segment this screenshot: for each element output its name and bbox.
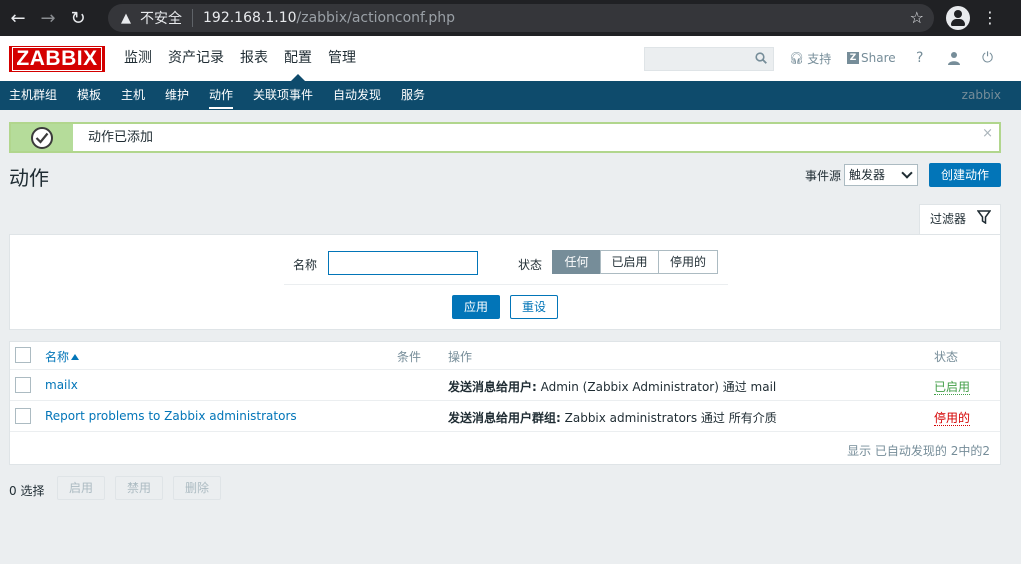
action-operations: 发送消息给用户群组: Zabbix administrators 通过 所有介质 [448,409,777,426]
column-header-status: 状态 [934,350,959,364]
event-source-select[interactable]: 触发器 [844,164,918,186]
submenu-maintenance[interactable]: 维护 [165,81,189,110]
row-checkbox[interactable] [15,377,31,393]
action-operations: 发送消息给用户: Admin (Zabbix Administrator) 通过… [448,378,776,395]
browser-toolbar: ← → ↻ ▲ 不安全 192.168.1.10/zabbix/actionco… [0,0,1021,36]
sub-menu: 主机群组 模板 主机 维护 动作 关联项事件 自动发现 服务 zabbix [0,81,1021,110]
create-action-button[interactable]: 创建动作 [929,163,1001,187]
signout-power-icon[interactable]: ⏻ [982,48,993,68]
submenu-hosts[interactable]: 主机 [121,81,145,110]
filter-funnel-icon [977,210,991,224]
selected-count: 0 选择 [9,484,45,498]
main-menu-monitoring[interactable]: 监测 [116,36,160,81]
zabbix-share-icon: Z [847,52,859,64]
filter-name-label: 名称 [293,258,318,272]
search-icon[interactable] [755,52,767,64]
table-row: Report problems to Zabbix administrators… [10,401,1000,432]
main-menu-configuration[interactable]: 配置 [276,36,320,81]
status-enabled-label: 已启用 [934,380,971,395]
status-option-any[interactable]: 任何 [552,250,601,274]
help-icon[interactable]: ? [916,48,923,68]
operation-type: 发送消息给用户群组: [448,411,561,425]
bookmark-star-icon[interactable]: ☆ [910,8,924,27]
submenu-discovery[interactable]: 自动发现 [333,81,381,110]
support-label: 支持 [807,51,832,66]
address-divider [192,9,193,27]
reload-icon[interactable]: ↻ [66,6,90,30]
operation-detail: Zabbix administrators 通过 所有介质 [560,411,777,425]
table-row: mailx 发送消息给用户: Admin (Zabbix Administrat… [10,370,1000,401]
filter-tab-label: 过滤器 [930,212,967,226]
apply-button[interactable]: 应用 [452,295,500,319]
filter-tab[interactable]: 过滤器 [919,204,1001,235]
back-arrow-icon[interactable]: ← [6,6,30,30]
submenu-event-correlation[interactable]: 关联项事件 [253,81,313,110]
operation-type: 发送消息给用户: [448,380,537,394]
zabbix-header: ZABBIX 监测 资产记录 报表 配置 管理 🎧︎ 支持 Z Share ? ⏻ [0,36,1021,81]
filter-status-label: 状态 [518,258,543,272]
mass-enable-button[interactable]: 启用 [57,476,105,500]
share-link[interactable]: Z Share [847,48,896,68]
submenu-services[interactable]: 服务 [401,81,425,110]
address-bar[interactable]: ▲ 不安全 192.168.1.10/zabbix/actionconf.php… [108,4,934,32]
submenu-templates[interactable]: 模板 [77,81,101,110]
insecure-label: 不安全 [140,11,182,27]
mass-delete-button[interactable]: 删除 [173,476,221,500]
filter-name-input[interactable] [328,251,478,275]
close-icon[interactable]: × [982,126,993,141]
page-title: 动作 [9,166,49,190]
user-profile-icon[interactable] [947,48,961,68]
checkmark-icon [31,127,53,149]
success-message: 动作已添加 × [9,122,1001,153]
server-name: zabbix [961,88,1001,102]
support-link[interactable]: 🎧︎ 支持 [789,48,831,68]
status-option-enabled[interactable]: 已启用 [600,250,659,274]
column-name-label: 名称 [45,350,70,364]
url-path: /zabbix/actionconf.php [296,10,456,26]
operation-detail: Admin (Zabbix Administrator) 通过 mail [536,380,777,394]
forward-arrow-icon[interactable]: → [36,6,60,30]
paging-summary: 显示 已自动发现的 2中的2 [847,444,990,458]
main-menu-administration[interactable]: 管理 [320,36,364,81]
column-header-name[interactable]: 名称 [45,348,80,365]
select-all-checkbox[interactable] [15,347,31,363]
submenu-actions[interactable]: 动作 [209,81,234,110]
action-name-link[interactable]: Report problems to Zabbix administrators [45,409,297,423]
warning-icon: ▲ [121,10,131,26]
url-host: 192.168.1.10 [203,10,297,26]
logo-text: ZABBIX [12,47,102,71]
headset-icon: 🎧︎ [789,51,805,65]
event-source-value: 触发器 [849,168,886,182]
submenu-host-groups[interactable]: 主机群组 [9,81,57,110]
success-icon-box [11,124,73,151]
global-search-input[interactable] [644,47,774,71]
main-menu-reports[interactable]: 报表 [232,36,276,81]
mass-disable-button[interactable]: 禁用 [115,476,163,500]
action-name-link[interactable]: mailx [45,378,78,392]
browser-menu-icon[interactable]: ⋮ [982,8,998,28]
status-toggle-enabled[interactable]: 已启用 [934,378,971,395]
share-label: Share [861,51,896,65]
chevron-down-icon [901,167,913,179]
column-header-conditions: 条件 [397,350,422,364]
reset-button[interactable]: 重设 [510,295,558,319]
main-menu-inventory[interactable]: 资产记录 [160,36,232,81]
sort-ascending-icon [71,354,80,360]
main-menu: 监测 资产记录 报表 配置 管理 [116,36,364,81]
filter-divider [284,284,728,285]
status-toggle-disabled[interactable]: 停用的 [934,409,971,426]
profile-avatar-icon[interactable] [946,6,970,30]
column-header-operations: 操作 [448,350,473,364]
zabbix-logo[interactable]: ZABBIX [9,46,105,72]
event-source-label: 事件源 [805,169,842,183]
table-header-row: 名称 条件 操作 状态 [10,342,1000,370]
message-text: 动作已添加 [88,130,154,145]
status-option-disabled[interactable]: 停用的 [658,250,718,274]
row-checkbox[interactable] [15,408,31,424]
status-disabled-label: 停用的 [934,411,971,426]
filter-panel: 名称 状态 任何 已启用 停用的 应用 重设 [9,234,1001,330]
actions-table: 名称 条件 操作 状态 mailx 发送消息给用户: Admin (Zabbix… [9,341,1001,465]
